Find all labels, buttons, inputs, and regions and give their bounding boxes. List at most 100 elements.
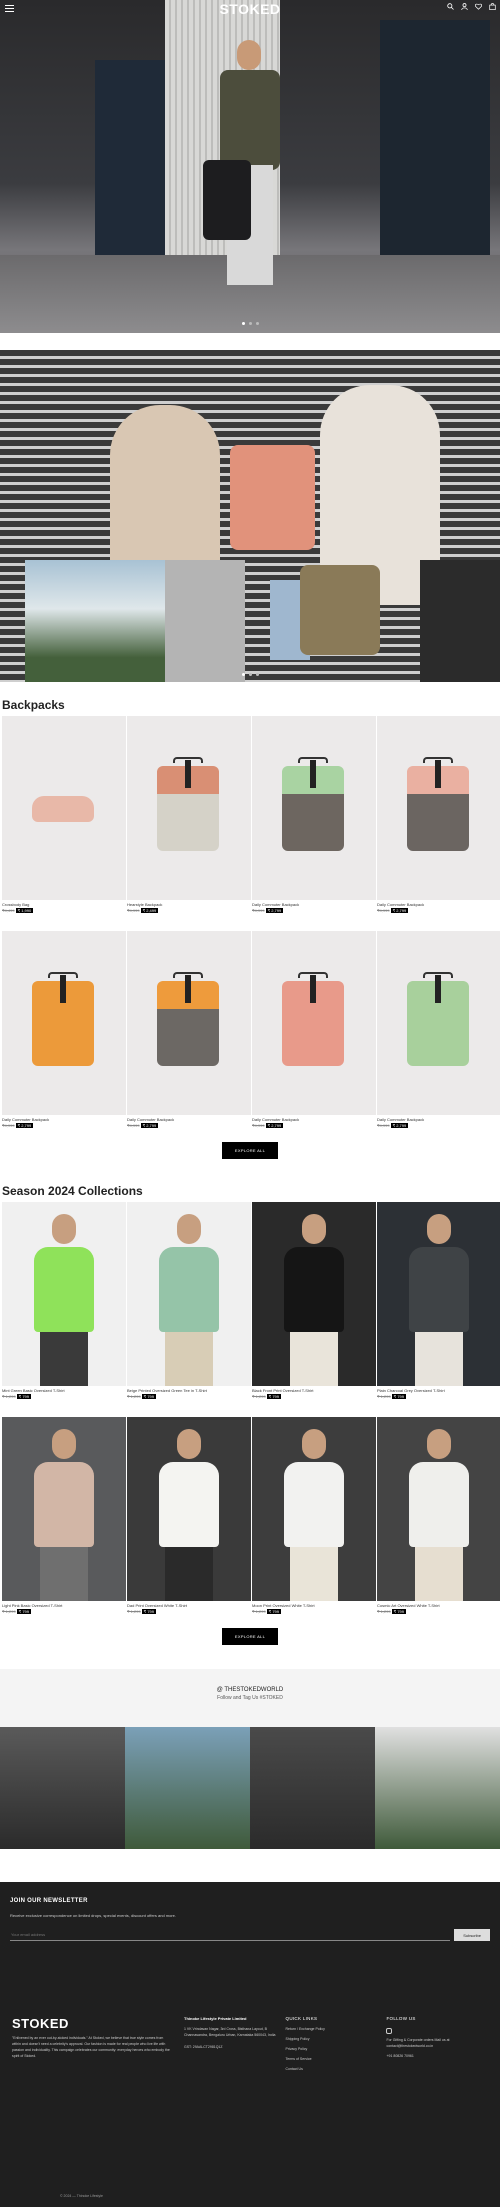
product-card[interactable]: Crossbody Bag ₹4,499 ₹ 1,990: [2, 716, 126, 913]
footer-link[interactable]: Contact Us: [286, 2067, 375, 2071]
product-name[interactable]: Crossbody Bag: [2, 902, 126, 907]
product-name[interactable]: Plain Charcoal Grey Oversized T-Shirt: [377, 1388, 500, 1393]
product-image[interactable]: [2, 931, 126, 1115]
model-head: [302, 1214, 326, 1244]
product-card[interactable]: Hearstyle Backpack ₹4,999 ₹ 2,499: [127, 716, 251, 913]
product-name[interactable]: Dad Print Oversized White T-Shirt: [127, 1603, 251, 1608]
user-icon[interactable]: [461, 3, 468, 10]
product-image[interactable]: [2, 1417, 126, 1601]
product-name[interactable]: Daily Commuter Backpack: [252, 1117, 376, 1122]
footer-logo[interactable]: STOKED: [12, 2016, 172, 2031]
instagram-tile[interactable]: [375, 1727, 500, 1849]
product-price: ₹ 2,799: [390, 1123, 409, 1128]
instagram-tile[interactable]: [250, 1727, 375, 1849]
product-name[interactable]: Mint Green Basic Oversized T-Shirt: [2, 1388, 126, 1393]
instagram-handle[interactable]: @ THESTOKEDWORLD: [0, 1687, 500, 1693]
backpack-shape: [407, 757, 469, 851]
product-card[interactable]: Cosmic Art Oversized White T-Shirt ₹ 1,29…: [377, 1417, 500, 1614]
product-image[interactable]: [127, 716, 251, 900]
heart-icon[interactable]: [475, 3, 482, 10]
hero-banner[interactable]: STOKED: [0, 0, 500, 333]
footer-link[interactable]: Terms of Service: [286, 2057, 375, 2061]
product-card[interactable]: Light Pink Basic Oversized T-Shirt ₹ 1,29…: [2, 1417, 126, 1614]
product-image[interactable]: [377, 1417, 500, 1601]
product-card[interactable]: Daily Commuter Backpack ₹4,999 ₹ 2,799: [377, 716, 500, 913]
product-image[interactable]: [2, 716, 126, 900]
product-name[interactable]: Daily Commuter Backpack: [2, 1117, 126, 1122]
carousel-dot[interactable]: [241, 673, 245, 676]
product-image[interactable]: [252, 716, 376, 900]
explore-all-button[interactable]: EXPLORE ALL: [222, 1142, 278, 1159]
footer-link[interactable]: Return / Exchange Policy: [286, 2027, 375, 2031]
model-tshirt: [409, 1247, 469, 1332]
product-prices: ₹ 1,299 ₹ 799: [127, 1394, 251, 1399]
model-tshirt: [159, 1462, 219, 1547]
product-image[interactable]: [377, 716, 500, 900]
carousel-dot[interactable]: [255, 673, 259, 676]
product-name[interactable]: Black Front Print Oversized T-Shirt: [252, 1388, 376, 1393]
product-name[interactable]: Daily Commuter Backpack: [252, 902, 376, 907]
product-image[interactable]: [377, 1202, 500, 1386]
product-card[interactable]: Black Front Print Oversized T-Shirt ₹ 1,2…: [252, 1202, 376, 1399]
product-card[interactable]: Daily Commuter Backpack ₹4,999 ₹ 2,799: [377, 931, 500, 1128]
newsletter-title: JOIN OUR NEWSLETTER: [10, 1898, 88, 1904]
site-logo[interactable]: STOKED: [0, 1, 500, 17]
carousel-dot[interactable]: [248, 322, 252, 325]
product-image[interactable]: [377, 931, 500, 1115]
product-name[interactable]: Moon Print Oversized White T-Shirt: [252, 1603, 376, 1608]
product-prices: ₹4,999 ₹ 2,799: [377, 908, 500, 913]
backpack-bottom: [157, 1009, 219, 1066]
subscribe-button[interactable]: Subscribe: [454, 1929, 490, 1941]
product-card[interactable]: Daily Commuter Backpack ₹4,999 ₹ 2,799: [252, 931, 376, 1128]
footer-phone[interactable]: +91 80826 70961: [386, 2054, 488, 2060]
product-card[interactable]: Moon Print Oversized White T-Shirt ₹ 1,29…: [252, 1417, 376, 1614]
product-price: ₹ 799: [16, 1394, 32, 1399]
email-field[interactable]: [10, 1929, 451, 1941]
search-icon[interactable]: [447, 3, 454, 10]
product-name[interactable]: Light Pink Basic Oversized T-Shirt: [2, 1603, 126, 1608]
product-image[interactable]: [252, 1417, 376, 1601]
product-image[interactable]: [252, 931, 376, 1115]
product-prices: ₹ 1,299 ₹ 799: [127, 1609, 251, 1614]
product-name[interactable]: Hearstyle Backpack: [127, 902, 251, 907]
bag-icon[interactable]: [489, 3, 496, 10]
product-card[interactable]: Plain Charcoal Grey Oversized T-Shirt ₹ 1…: [377, 1202, 500, 1399]
footer-link[interactable]: Shipping Policy: [286, 2037, 375, 2041]
product-price: ₹ 2,799: [15, 1123, 34, 1128]
product-price: ₹ 2,799: [390, 908, 409, 913]
section-title: Season 2024 Collections: [2, 1184, 143, 1198]
model-legs: [40, 1545, 88, 1601]
product-name[interactable]: Daily Commuter Backpack: [377, 1117, 500, 1122]
product-price: ₹ 799: [391, 1609, 407, 1614]
product-name[interactable]: Cosmic Art Oversized White T-Shirt: [377, 1603, 500, 1608]
product-image[interactable]: [127, 931, 251, 1115]
instagram-icon[interactable]: [386, 2028, 393, 2034]
model-head: [52, 1214, 76, 1244]
product-image[interactable]: [127, 1417, 251, 1601]
product-mrp: ₹ 1,299: [127, 1394, 141, 1399]
footer-link[interactable]: Privacy Policy: [286, 2047, 375, 2051]
banner-carousel-dots: [0, 673, 500, 676]
model-legs: [290, 1545, 338, 1601]
carousel-dot[interactable]: [248, 673, 252, 676]
product-card[interactable]: Daily Commuter Backpack ₹4,999 ₹ 2,799: [2, 931, 126, 1128]
product-card[interactable]: Beige Printed Oversized Green Tee in T-S…: [127, 1202, 251, 1399]
product-image[interactable]: [252, 1202, 376, 1386]
product-name[interactable]: Daily Commuter Backpack: [127, 1117, 251, 1122]
instagram-tile[interactable]: [0, 1727, 125, 1849]
promo-banner[interactable]: [0, 350, 500, 682]
carousel-dot[interactable]: [241, 322, 245, 325]
banner-city-scene: [25, 560, 165, 682]
explore-all-button[interactable]: EXPLORE ALL: [222, 1628, 278, 1645]
product-card[interactable]: Daily Commuter Backpack ₹4,999 ₹ 2,799: [127, 931, 251, 1128]
product-card[interactable]: Mint Green Basic Oversized T-Shirt ₹ 1,29…: [2, 1202, 126, 1399]
product-name[interactable]: Daily Commuter Backpack: [377, 902, 500, 907]
banner-backpack-olive: [300, 565, 380, 655]
product-card[interactable]: Daily Commuter Backpack ₹4,999 ₹ 2,799: [252, 716, 376, 913]
carousel-dot[interactable]: [255, 322, 259, 325]
product-name[interactable]: Beige Printed Oversized Green Tee in T-S…: [127, 1388, 251, 1393]
instagram-tile[interactable]: [125, 1727, 250, 1849]
product-card[interactable]: Dad Print Oversized White T-Shirt ₹ 1,299…: [127, 1417, 251, 1614]
product-image[interactable]: [2, 1202, 126, 1386]
product-image[interactable]: [127, 1202, 251, 1386]
